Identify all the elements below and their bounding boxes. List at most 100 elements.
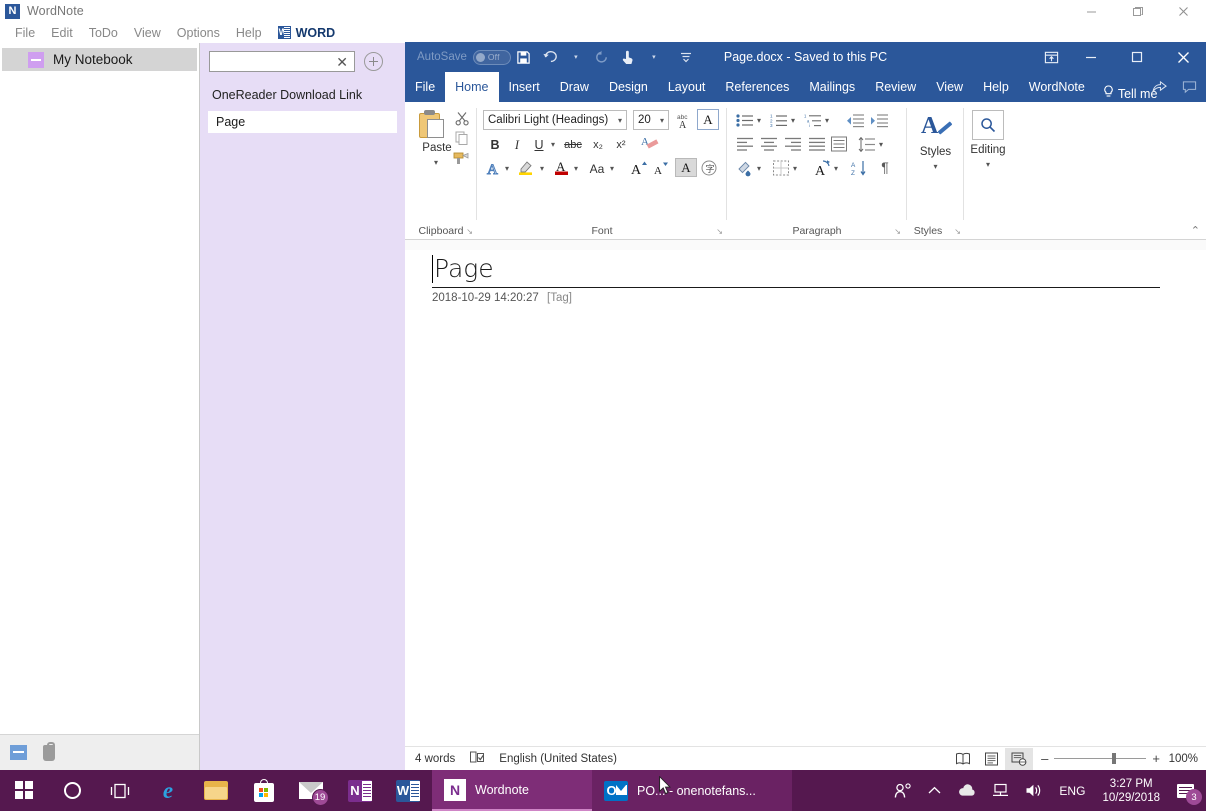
font-size-input[interactable]: 20 ▾ [633, 110, 669, 130]
enclose-characters-icon[interactable]: 字 [699, 158, 719, 178]
menu-help[interactable]: Help [228, 22, 270, 43]
bullets-caret-icon[interactable]: ▾ [757, 116, 761, 125]
tab-wordnote[interactable]: WordNote [1019, 72, 1095, 102]
onenote-button[interactable]: N [336, 770, 384, 811]
clipboard-dialog-launcher[interactable]: ↘ [466, 227, 473, 236]
clear-search-icon[interactable]: ✕ [336, 55, 350, 69]
shading-icon[interactable] [735, 159, 755, 177]
styles-button-label[interactable]: Styles [907, 146, 964, 158]
proofing-errors-icon[interactable] [469, 750, 485, 767]
taskbar-task-wordnote[interactable]: N Wordnote [432, 770, 592, 811]
chevron-down-icon[interactable]: ▾ [660, 116, 664, 125]
italic-button[interactable]: I [507, 135, 527, 155]
editing-button-label[interactable]: Editing [962, 144, 1014, 156]
tab-view[interactable]: View [926, 72, 973, 102]
tab-home[interactable]: Home [445, 72, 498, 102]
styles-dropdown-caret-icon[interactable]: ▾ [907, 162, 964, 171]
decrease-indent-icon[interactable] [845, 111, 865, 129]
paste-dropdown-caret-icon[interactable]: ▾ [434, 158, 438, 167]
format-painter-icon[interactable] [453, 151, 471, 168]
change-case-button[interactable]: Aa [585, 159, 609, 179]
justify-icon[interactable] [807, 135, 827, 153]
clock[interactable]: 3:27 PM 10/29/2018 [1093, 770, 1169, 811]
print-layout-icon[interactable] [977, 748, 1005, 770]
microsoft-store-button[interactable] [240, 770, 288, 811]
tab-review[interactable]: Review [865, 72, 926, 102]
show-hidden-icons-button[interactable] [920, 770, 949, 811]
read-mode-icon[interactable] [949, 748, 977, 770]
tab-references[interactable]: References [715, 72, 799, 102]
tab-file[interactable]: File [405, 72, 445, 102]
underline-dropdown-caret-icon[interactable]: ▾ [551, 140, 555, 149]
notebook-item-my-notebook[interactable]: My Notebook [2, 48, 197, 71]
save-icon[interactable] [511, 44, 537, 70]
text-effects-caret-icon[interactable]: ▾ [505, 164, 509, 173]
customize-qat-icon[interactable] [673, 44, 699, 70]
network-icon[interactable] [984, 770, 1017, 811]
chevron-down-icon[interactable]: ▾ [618, 116, 622, 125]
action-center-button[interactable]: 3 [1169, 770, 1206, 811]
collapse-ribbon-button[interactable]: ⌃ [1191, 224, 1200, 237]
clear-formatting-icon[interactable]: A [639, 133, 661, 153]
autosave-toggle-group[interactable]: AutoSave Off [413, 50, 511, 65]
bold-button[interactable]: B [485, 135, 505, 155]
redo-icon[interactable] [589, 44, 615, 70]
file-explorer-button[interactable] [192, 770, 240, 811]
increase-indent-icon[interactable] [869, 111, 889, 129]
superscript-button[interactable]: x² [610, 135, 632, 155]
numbering-caret-icon[interactable]: ▾ [791, 116, 795, 125]
document-canvas[interactable]: Page 2018-10-29 14:20:27 [Tag] [405, 240, 1206, 746]
word-maximize-button[interactable] [1114, 42, 1160, 72]
shrink-font-icon[interactable]: A [651, 159, 671, 179]
tab-mailings[interactable]: Mailings [799, 72, 865, 102]
font-color-icon[interactable]: A [551, 157, 573, 177]
tab-design[interactable]: Design [599, 72, 658, 102]
task-view-button[interactable] [96, 770, 144, 811]
onedrive-icon[interactable] [949, 770, 984, 811]
highlight-icon[interactable] [516, 157, 538, 177]
numbering-icon[interactable]: 123 [769, 111, 789, 129]
zoom-out-button[interactable]: – [1041, 751, 1048, 766]
zoom-thumb[interactable] [1112, 753, 1116, 764]
copy-icon[interactable] [455, 131, 473, 148]
align-right-icon[interactable] [783, 135, 803, 153]
paste-icon[interactable] [419, 110, 445, 138]
share-icon[interactable] [1144, 72, 1174, 102]
bullets-icon[interactable] [735, 111, 755, 129]
volume-icon[interactable] [1017, 770, 1051, 811]
word-close-button[interactable] [1160, 42, 1206, 72]
add-page-button[interactable] [364, 52, 383, 71]
multilevel-caret-icon[interactable]: ▾ [825, 116, 829, 125]
list-item[interactable]: Page [208, 111, 397, 133]
asian-layout-icon[interactable]: A [811, 159, 833, 177]
web-layout-icon[interactable] [1005, 748, 1033, 770]
menu-file[interactable]: File [7, 22, 43, 43]
mail-button[interactable]: 19 [288, 770, 336, 811]
highlight-caret-icon[interactable]: ▾ [540, 164, 544, 173]
zoom-slider[interactable]: – + [1041, 751, 1160, 766]
font-color-caret-icon[interactable]: ▾ [574, 164, 578, 173]
tab-layout[interactable]: Layout [658, 72, 716, 102]
font-dialog-launcher[interactable]: ↘ [716, 227, 723, 236]
zoom-level[interactable]: 100% [1160, 753, 1198, 765]
autosave-switch[interactable]: Off [473, 50, 511, 65]
people-icon[interactable] [886, 770, 920, 811]
cortana-search-button[interactable] [48, 770, 96, 811]
line-spacing-caret-icon[interactable]: ▾ [879, 140, 883, 149]
edge-button[interactable]: e [144, 770, 192, 811]
ribbon-display-options-icon[interactable] [1034, 42, 1068, 72]
menu-view[interactable]: View [126, 22, 169, 43]
editing-dropdown-caret-icon[interactable]: ▾ [964, 160, 1012, 169]
sort-icon[interactable]: AZ [849, 159, 869, 177]
paragraph-dialog-launcher[interactable]: ↘ [894, 227, 901, 236]
align-center-icon[interactable] [759, 135, 779, 153]
borders-caret-icon[interactable]: ▾ [793, 164, 797, 173]
start-button[interactable] [0, 770, 48, 811]
wordnote-minimize-button[interactable] [1068, 0, 1114, 22]
multilevel-list-icon[interactable]: 1ai [803, 111, 823, 129]
shading-caret-icon[interactable]: ▾ [757, 164, 761, 173]
font-name-input[interactable]: Calibri Light (Headings) ▾ [483, 110, 627, 130]
menu-word[interactable]: W WORD [270, 22, 344, 43]
subscript-button[interactable]: x₂ [587, 135, 609, 155]
zoom-track[interactable] [1054, 758, 1146, 759]
